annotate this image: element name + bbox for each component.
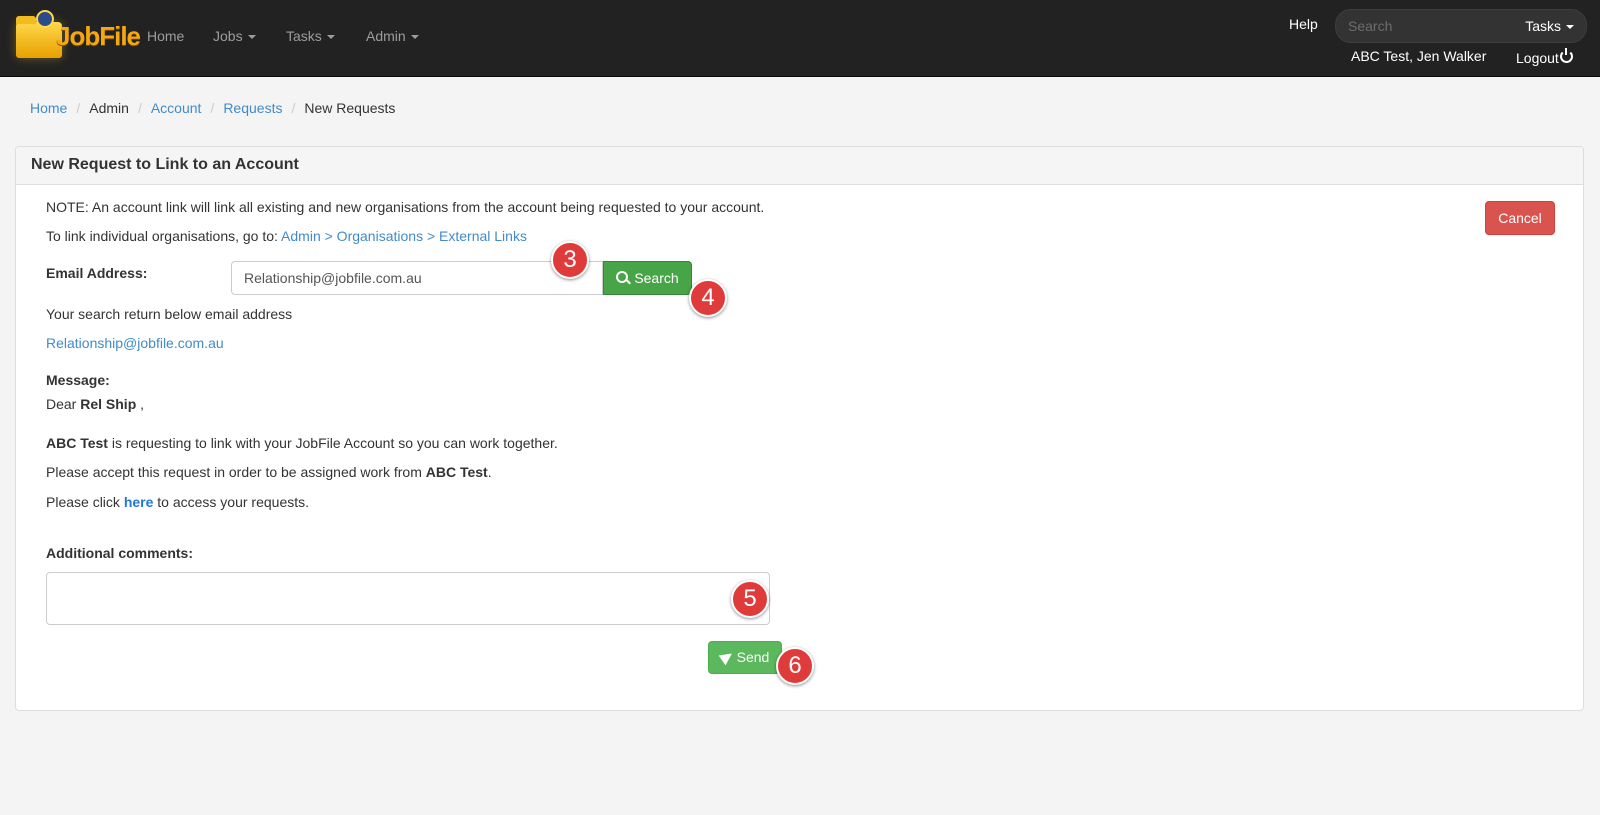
- line-2-prefix: Please accept this request in order to b…: [46, 464, 426, 480]
- chevron-down-icon: [1566, 25, 1574, 30]
- panel-title: New Request to Link to an Account: [16, 147, 1583, 185]
- message-line-1: ABC Test is requesting to link with your…: [46, 435, 558, 451]
- breadcrumb-separator: /: [137, 100, 142, 116]
- breadcrumb-separator: /: [76, 100, 81, 116]
- nav-admin-label: Admin: [366, 28, 406, 44]
- additional-comments-field[interactable]: [46, 572, 770, 625]
- nav-tasks-dropdown[interactable]: Tasks: [286, 28, 335, 44]
- result-email-link[interactable]: Relationship@jobfile.com.au: [46, 335, 224, 351]
- search-input[interactable]: [1346, 15, 1500, 37]
- link-instruction: To link individual organisations, go to:…: [46, 228, 527, 244]
- requester-name: ABC Test: [46, 435, 108, 451]
- nav-tasks-label: Tasks: [286, 28, 322, 44]
- callout-badge-6: 6: [776, 647, 814, 685]
- message-line-2: Please accept this request in order to b…: [46, 464, 492, 480]
- global-search: Tasks: [1335, 9, 1587, 43]
- breadcrumb-requests[interactable]: Requests: [223, 100, 282, 116]
- requests-here-link[interactable]: here: [124, 494, 154, 510]
- nav-jobs-label: Jobs: [213, 28, 243, 44]
- power-icon: [1559, 48, 1573, 63]
- send-button-label: Send: [736, 649, 770, 665]
- email-field[interactable]: [231, 261, 603, 295]
- nav-home[interactable]: Home: [147, 28, 184, 44]
- line-3-suffix: to access your requests.: [153, 494, 310, 510]
- logout-label: Logout: [1516, 50, 1559, 66]
- breadcrumb: Home / Admin / Account / Requests / New Requests: [30, 100, 395, 116]
- send-button[interactable]: Send: [708, 641, 782, 674]
- logout-button[interactable]: Logout: [1516, 48, 1573, 66]
- nav-jobs-dropdown[interactable]: Jobs: [213, 28, 256, 44]
- search-result-intro: Your search return below email address: [46, 306, 293, 322]
- search-icon: [616, 271, 629, 283]
- chevron-down-icon: [247, 35, 256, 40]
- chevron-down-icon: [410, 35, 419, 40]
- search-button-label: Search: [634, 270, 679, 286]
- person-logo-icon: [36, 10, 54, 28]
- nav-home-label: Home: [147, 28, 185, 44]
- greeting-prefix: Dear: [46, 396, 81, 412]
- cancel-button[interactable]: Cancel: [1485, 201, 1555, 235]
- search-scope-dropdown[interactable]: Tasks: [1525, 18, 1574, 34]
- breadcrumb-separator: /: [210, 100, 215, 116]
- chevron-down-icon: [326, 35, 335, 40]
- line-1-rest: is requesting to link with your JobFile …: [107, 435, 558, 451]
- callout-badge-3: 3: [551, 241, 589, 279]
- breadcrumb-admin: Admin: [89, 100, 129, 116]
- message-greeting: Dear Rel Ship ,: [46, 396, 144, 412]
- current-user: ABC Test, Jen Walker: [1351, 48, 1487, 64]
- search-scope-label: Tasks: [1525, 18, 1561, 34]
- jobfile-logo[interactable]: JobFile: [14, 8, 141, 64]
- greeting-suffix: ,: [136, 396, 145, 412]
- requester-name: ABC Test: [425, 464, 488, 480]
- recipient-name: Rel Ship: [80, 396, 137, 412]
- link-intro-text: To link individual organisations, go to:: [46, 228, 282, 244]
- message-line-3: Please click here to access your request…: [46, 494, 309, 510]
- breadcrumb-current: New Requests: [304, 100, 396, 116]
- email-label: Email Address:: [46, 265, 148, 281]
- request-panel: New Request to Link to an Account NOTE: …: [15, 146, 1584, 711]
- search-button[interactable]: Search: [603, 261, 692, 295]
- callout-badge-5: 5: [731, 580, 769, 618]
- comments-label: Additional comments:: [46, 545, 194, 561]
- note-text: NOTE: An account link will link all exis…: [46, 199, 765, 215]
- breadcrumb-account[interactable]: Account: [151, 100, 202, 116]
- help-link[interactable]: Help: [1289, 16, 1318, 32]
- logo-text: JobFile: [56, 21, 141, 51]
- send-plane-icon: [718, 648, 735, 666]
- breadcrumb-separator: /: [291, 100, 296, 116]
- breadcrumb-home[interactable]: Home: [30, 100, 67, 116]
- line-3-prefix: Please click: [46, 494, 124, 510]
- callout-badge-4: 4: [689, 279, 727, 317]
- message-label: Message:: [46, 372, 110, 388]
- nav-admin-dropdown[interactable]: Admin: [366, 28, 419, 44]
- top-navbar: JobFile Home Jobs Tasks Admin Help Tasks…: [0, 0, 1600, 77]
- line-2-suffix: .: [487, 464, 492, 480]
- external-links-link[interactable]: Admin > Organisations > External Links: [281, 228, 527, 244]
